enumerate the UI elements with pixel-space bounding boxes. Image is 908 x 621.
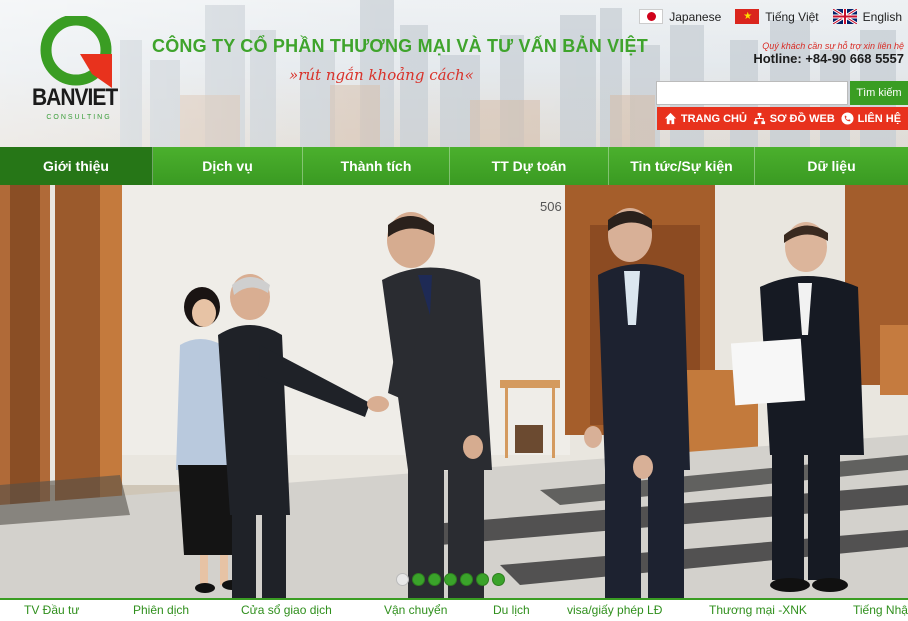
japan-flag-icon	[639, 9, 664, 24]
slider-dots	[396, 573, 505, 586]
nav-item-dich-vu[interactable]: Dịch vụ	[153, 147, 303, 185]
language-bar: Japanese ★ Tiếng Việt English	[639, 9, 902, 24]
quick-links-bar: TRANG CHỦ SƠ ĐỒ WEB LIÊN HỆ	[657, 107, 908, 130]
quick-link-label: TRANG CHỦ	[680, 112, 747, 125]
service-link-visa[interactable]: visa/giấy phép LĐ	[567, 603, 662, 617]
language-label: English	[862, 9, 902, 24]
slogan: »rút ngắn khoảng cách«	[289, 66, 474, 84]
slogan-text: rút ngắn khoảng cách	[298, 66, 465, 84]
nav-item-tt-du-toan[interactable]: TT Dự toán	[450, 147, 609, 185]
nav-item-thanh-tich[interactable]: Thành tích	[303, 147, 450, 185]
nav-item-du-lieu[interactable]: Dữ liệu	[755, 147, 908, 185]
language-label: Japanese	[669, 9, 722, 24]
service-link-trade[interactable]: Thương mại -XNK	[709, 603, 807, 617]
search-button[interactable]: Tìm kiếm	[850, 81, 908, 105]
quick-link-label: SƠ ĐỒ WEB	[769, 112, 835, 125]
service-link-shipping[interactable]: Vận chuyển	[384, 603, 447, 617]
search-input[interactable]	[656, 81, 848, 105]
site-header: BANVIET CONSULTING CÔNG TY CỔ PHẦN THƯƠN…	[0, 0, 908, 147]
logo-subtext: CONSULTING	[46, 114, 112, 121]
phone-icon	[841, 112, 854, 125]
company-name: CÔNG TY CỔ PHẦN THƯƠNG MẠI VÀ TƯ VẤN BẢN…	[152, 36, 648, 56]
nav-item-tin-tuc[interactable]: Tin tức/Sự kiện	[609, 147, 755, 185]
quick-link-label: LIÊN HỆ	[857, 112, 902, 125]
hotline[interactable]: Hotline: +84-90 668 5557	[753, 51, 904, 66]
slider-dot[interactable]	[396, 573, 409, 586]
main-nav: Giới thiệu Dịch vụ Thành tích TT Dự toán…	[0, 147, 908, 185]
quick-link-sitemap[interactable]: SƠ ĐỒ WEB	[753, 112, 835, 125]
nav-item-gioi-thieu[interactable]: Giới thiệu	[0, 147, 153, 185]
service-link-japanese[interactable]: Tiếng Nhật	[853, 603, 908, 617]
service-link-interpretation[interactable]: Phiên dịch	[133, 603, 189, 617]
slider-dot[interactable]	[492, 573, 505, 586]
hero-slider[interactable]: 506	[0, 185, 908, 598]
language-english[interactable]: English	[832, 9, 902, 24]
sitemap-icon	[753, 112, 765, 125]
uk-flag-icon	[832, 9, 857, 24]
slider-dot[interactable]	[444, 573, 457, 586]
logo-mark-icon	[40, 16, 112, 88]
slider-dot[interactable]	[476, 573, 489, 586]
slider-dot[interactable]	[460, 573, 473, 586]
service-link-travel[interactable]: Du lịch	[493, 603, 530, 617]
quick-link-home[interactable]: TRANG CHỦ	[664, 112, 747, 125]
service-link-trading-window[interactable]: Cửa sổ giao dịch	[241, 603, 332, 617]
language-japanese[interactable]: Japanese	[639, 9, 721, 24]
logo-text: BANVIET	[32, 84, 118, 111]
quick-link-contact[interactable]: LIÊN HỆ	[841, 112, 901, 125]
language-vietnamese[interactable]: ★ Tiếng Việt	[735, 9, 819, 24]
service-links-bar: TV Đầu tư Phiên dịch Cửa sổ giao dịch Vậ…	[0, 598, 908, 621]
slider-dot[interactable]	[428, 573, 441, 586]
site-logo[interactable]: BANVIET CONSULTING	[30, 16, 130, 121]
home-icon	[664, 112, 676, 125]
hero-photo: 506	[0, 185, 908, 598]
service-link-investment[interactable]: TV Đầu tư	[24, 603, 79, 617]
vietnam-flag-icon: ★	[735, 9, 760, 24]
slider-dot[interactable]	[412, 573, 425, 586]
language-label: Tiếng Việt	[765, 9, 819, 24]
room-number-label: 506	[540, 199, 562, 214]
support-note: Quý khách cần sự hỗ trợ xin liên hệ	[762, 41, 904, 51]
